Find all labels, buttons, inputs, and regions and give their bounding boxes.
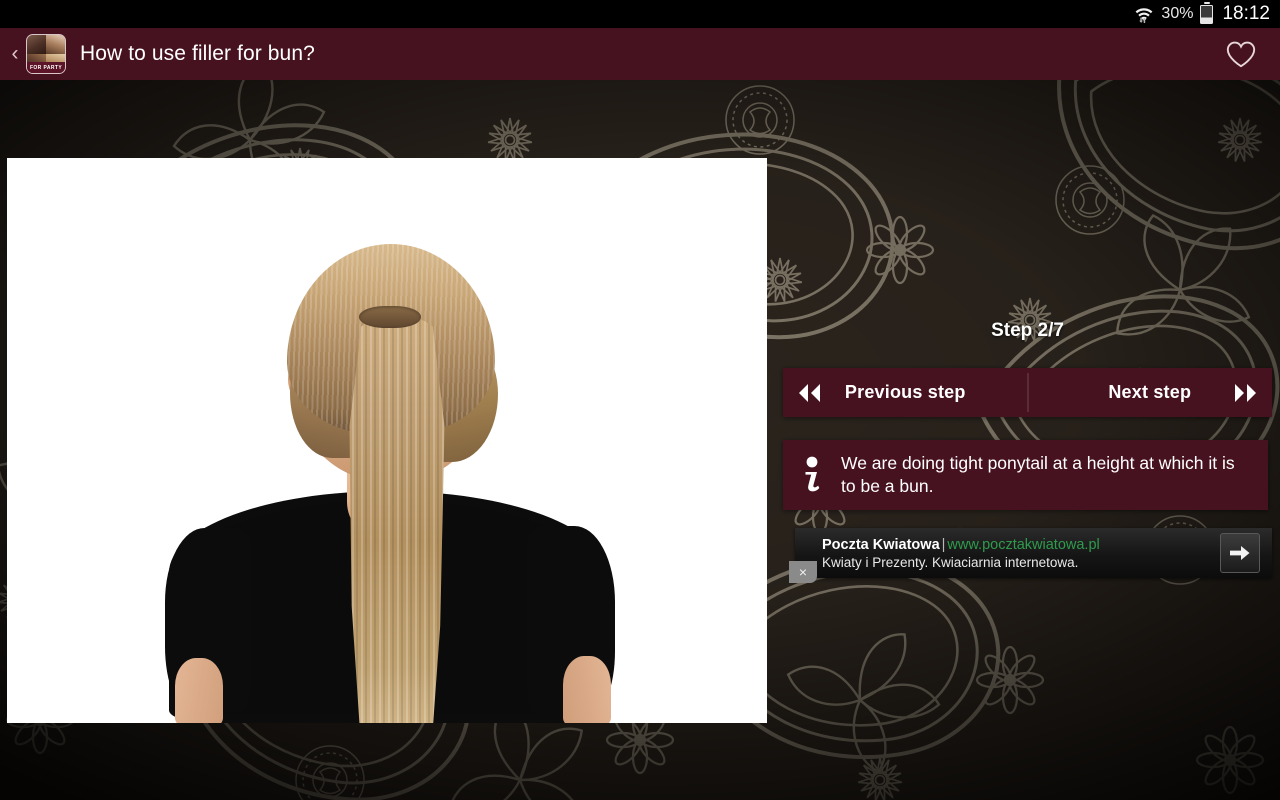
next-step-label: Next step (1108, 382, 1192, 402)
previous-step-button[interactable]: Previous step (783, 368, 1028, 417)
ad-headline: Poczta Kwiatowa | www.pocztakwiatowa.pl (822, 537, 1220, 553)
app-screen: 30% 18:12 ‹ FOR PARTY How to use filler … (0, 0, 1280, 800)
clock-label: 18:12 (1222, 3, 1270, 24)
arrow-right-icon[interactable] (1220, 533, 1260, 573)
photo-hair-tie (359, 306, 421, 328)
app-icon-tile (27, 35, 46, 54)
status-bar: 30% 18:12 (0, 0, 1280, 28)
step-counter-label: Step 2/7 (991, 320, 1064, 341)
double-chevron-left-icon (783, 382, 837, 404)
battery-icon (1200, 4, 1214, 24)
page-title: How to use filler for bun? (80, 42, 315, 65)
app-icon[interactable]: FOR PARTY (26, 34, 66, 74)
title-bar: ‹ FOR PARTY How to use filler for bun? (0, 28, 1280, 80)
double-chevron-right-icon (1218, 382, 1272, 404)
ad-body: Poczta Kwiatowa | www.pocztakwiatowa.pl Kw… (795, 537, 1220, 570)
ad-banner[interactable]: Poczta Kwiatowa | www.pocztakwiatowa.pl Kw… (795, 528, 1272, 578)
back-chevron-icon[interactable]: ‹ (4, 28, 26, 80)
photo-ponytail (349, 316, 445, 723)
heart-icon[interactable] (1224, 37, 1258, 71)
battery-percent-label: 30% (1161, 5, 1194, 22)
wifi-icon (1134, 5, 1154, 23)
step-instruction-text: We are doing tight ponytail at a height … (841, 452, 1235, 496)
step-instruction-panel: We are doing tight ponytail at a height … (783, 440, 1268, 510)
app-icon-badge: FOR PARTY (27, 62, 65, 73)
app-icon-tile (46, 35, 65, 54)
previous-step-label: Previous step (844, 382, 966, 402)
info-icon (783, 455, 841, 495)
next-step-button[interactable]: Next step (1028, 368, 1273, 417)
step-navigation-bar: Previous step Next step (783, 368, 1272, 417)
tutorial-photo (7, 158, 767, 723)
ad-advertiser-name: Poczta Kwiatowa (822, 536, 940, 553)
tutorial-photo-card[interactable] (7, 158, 767, 723)
photo-arm-left (175, 658, 223, 723)
photo-arm-right (563, 656, 611, 723)
ad-url-link[interactable]: www.pocztakwiatowa.pl (947, 537, 1099, 553)
ad-description: Kwiaty i Prezenty. Kwiaciarnia interneto… (822, 554, 1079, 570)
ad-close-button[interactable]: × (789, 561, 817, 583)
